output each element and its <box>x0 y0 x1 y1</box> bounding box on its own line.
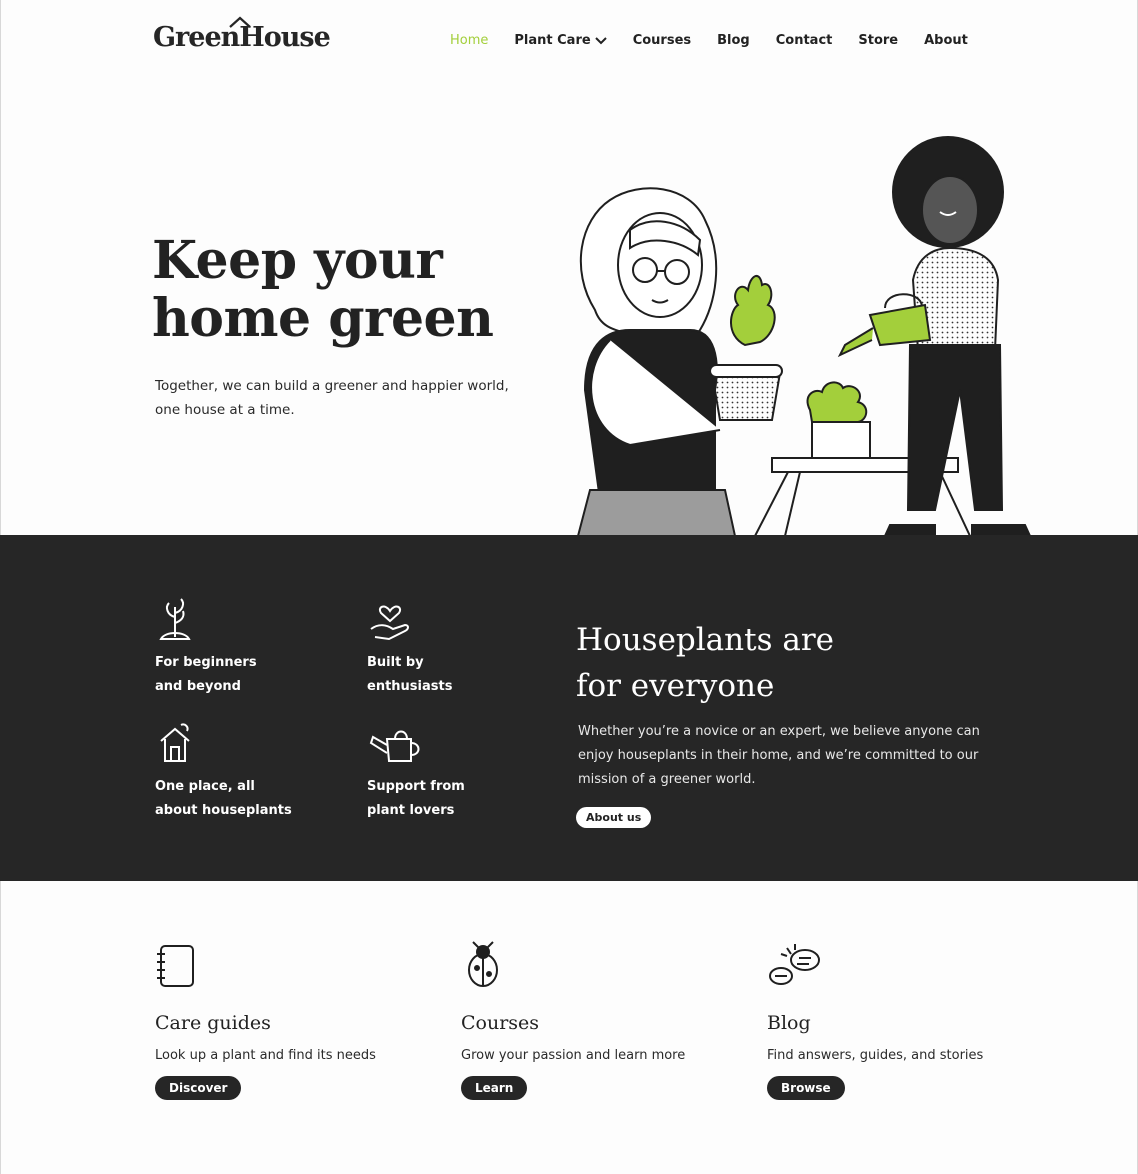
house-icon <box>160 723 190 762</box>
band-title: Houseplants are for everyone <box>576 617 834 709</box>
card-blog-title: Blog <box>767 1012 811 1034</box>
hero-title-line2: home green <box>152 288 494 349</box>
heart-hand-icon <box>370 605 409 641</box>
nav-store-label: Store <box>858 33 899 48</box>
chat-bubbles-icon <box>769 944 820 985</box>
hero-illustration <box>576 136 1032 536</box>
feature-support: Support from plant lovers <box>367 721 567 823</box>
nav-plant-care[interactable]: Plant Care <box>514 33 607 48</box>
notebook-icon <box>157 945 194 987</box>
card-courses-desc: Grow your passion and learn more <box>461 1048 686 1063</box>
card-courses-title: Courses <box>461 1012 540 1034</box>
hero-title-line1: Keep your <box>152 230 443 291</box>
card-care-guides-title: Care guides <box>155 1012 271 1034</box>
card-blog-desc: Find answers, guides, and stories <box>767 1048 984 1063</box>
card-care-guides-desc: Look up a plant and find its needs <box>155 1048 376 1063</box>
features-band: For beginners and beyond Built by enthusia… <box>0 535 1138 881</box>
feature-beginners-label: For beginners and beyond <box>155 655 257 694</box>
feature-one-place-label: One place, all about houseplants <box>155 779 292 818</box>
nav-about-label: About <box>924 33 968 48</box>
hero-subtitle: Together, we can build a greener and hap… <box>155 378 509 418</box>
main-nav: Home Plant Care Courses Blog Contact Sto… <box>450 33 968 48</box>
chevron-down-icon <box>594 36 607 44</box>
feature-enthusiasts-label: Built by enthusiasts <box>367 655 453 694</box>
learn-button[interactable]: Learn <box>461 1076 528 1100</box>
hero-title: Keep your home green <box>152 230 494 349</box>
roof-icon <box>229 16 251 28</box>
nav-home[interactable]: Home <box>450 33 488 48</box>
band-title-line1: Houseplants are <box>576 622 834 658</box>
feature-enthusiasts: Built by enthusiasts <box>367 597 567 699</box>
nav-home-label: Home <box>450 33 489 48</box>
woman-with-plant <box>576 187 737 536</box>
feature-support-label: Support from plant lovers <box>367 779 465 818</box>
watering-can-icon <box>369 730 420 762</box>
nav-courses[interactable]: Courses <box>633 33 691 48</box>
card-care-guides: Care guides Look up a plant and find its… <box>155 940 415 1100</box>
nav-contact[interactable]: Contact <box>776 33 833 48</box>
sprout-icon <box>159 598 191 640</box>
nav-contact-label: Contact <box>775 33 833 48</box>
about-us-button[interactable]: About us <box>576 807 652 828</box>
logo[interactable]: GreenHouse <box>153 16 331 53</box>
nav-blog[interactable]: Blog <box>717 33 750 48</box>
nav-blog-label: Blog <box>717 33 750 48</box>
discover-button[interactable]: Discover <box>155 1076 242 1100</box>
nav-store[interactable]: Store <box>858 33 898 48</box>
nav-courses-label: Courses <box>632 33 692 48</box>
band-title-line2: for everyone <box>576 668 775 704</box>
nav-about[interactable]: About <box>924 33 968 48</box>
nav-plant-care-label: Plant Care <box>514 33 591 48</box>
bug-icon <box>468 941 498 987</box>
potted-plant-held <box>709 275 783 421</box>
browse-button[interactable]: Browse <box>767 1076 845 1100</box>
feature-beginners: For beginners and beyond <box>155 597 355 699</box>
band-text: Whether you’re a novice or an expert, we… <box>578 724 980 787</box>
card-courses: Courses Grow your passion and learn more… <box>461 940 721 1100</box>
card-blog: Blog Find answers, guides, and stories B… <box>767 940 1027 1100</box>
feature-one-place: One place, all about houseplants <box>155 721 355 823</box>
